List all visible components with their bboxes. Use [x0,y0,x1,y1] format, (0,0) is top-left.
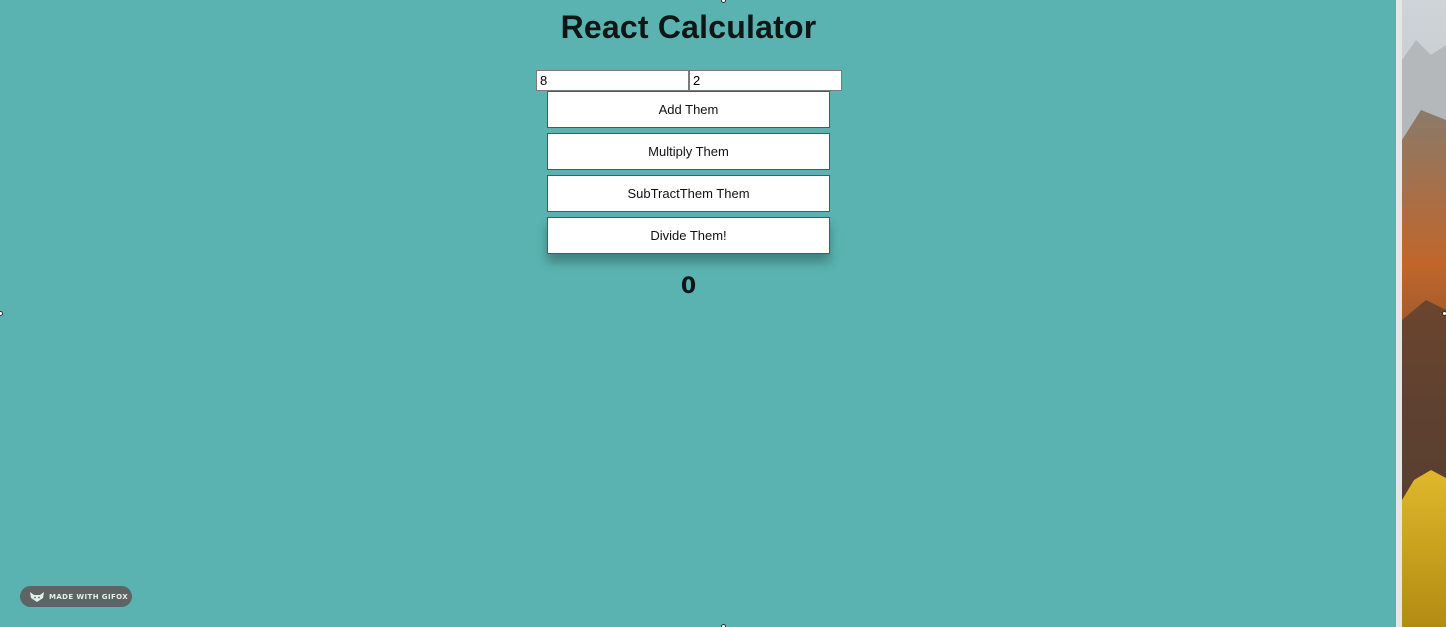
desktop-wallpaper [1396,0,1446,627]
subtract-button[interactable]: SubTractThem Them [547,175,830,212]
watermark-text: MADE WITH GIFOX [49,592,129,601]
multiply-button[interactable]: Multiply Them [547,133,830,170]
divide-button[interactable]: Divide Them! [547,217,830,254]
first-number-input[interactable] [536,70,689,91]
add-button[interactable]: Add Them [547,91,830,128]
resize-handle-right[interactable] [1442,311,1446,316]
fox-icon [30,591,44,602]
result-value: 0 [680,274,697,299]
gifox-watermark: MADE WITH GIFOX [20,586,132,607]
mountain-wallpaper-image [1396,0,1446,627]
page-title: React Calculator [560,9,817,45]
second-number-input[interactable] [689,70,842,91]
app-window: React Calculator Add Them Multiply Them … [0,0,1396,627]
